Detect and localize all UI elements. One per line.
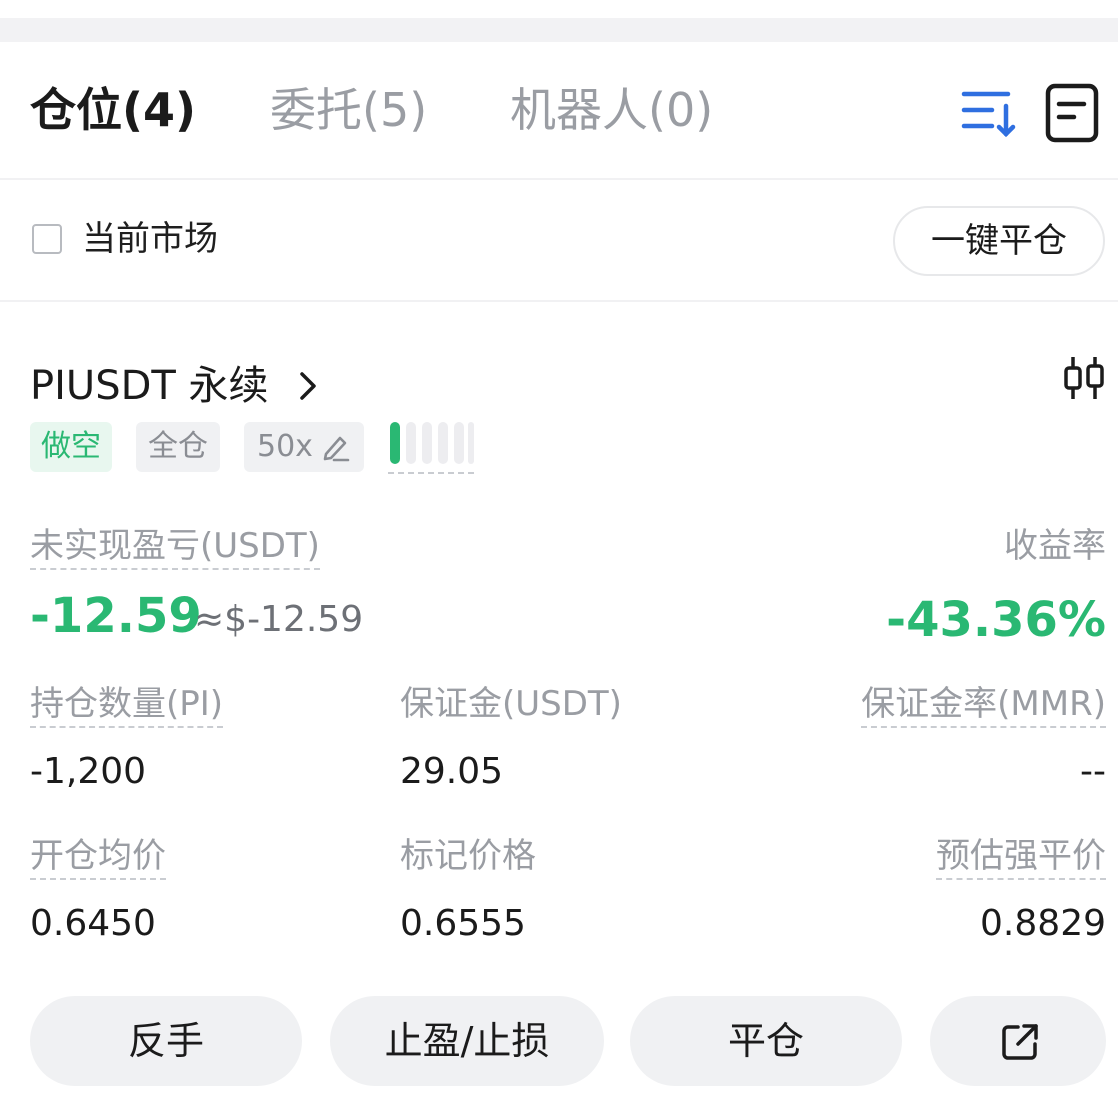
filter-bar: 当前市场 一键平仓 bbox=[0, 180, 1118, 302]
top-divider bbox=[0, 0, 1118, 42]
tab-positions[interactable]: 仓位(4) bbox=[30, 82, 196, 138]
risk-level-indicator[interactable] bbox=[388, 422, 474, 474]
position-qty-value: -1,200 bbox=[30, 751, 147, 792]
edit-pencil-icon[interactable] bbox=[320, 432, 350, 462]
position-qty-label[interactable]: 持仓数量(PI) bbox=[30, 684, 224, 728]
roi-value: -43.36% bbox=[886, 592, 1106, 648]
tab-orders[interactable]: 委托(5) bbox=[270, 82, 427, 138]
close-position-button[interactable]: 平仓 bbox=[630, 996, 902, 1086]
leverage-tag[interactable]: 50x bbox=[244, 422, 364, 472]
current-market-checkbox[interactable] bbox=[32, 224, 62, 254]
current-market-label[interactable]: 当前市场 bbox=[82, 218, 218, 260]
margin-label: 保证金(USDT) bbox=[400, 684, 622, 724]
close-all-button[interactable]: 一键平仓 bbox=[893, 206, 1105, 276]
liquidation-price-label[interactable]: 预估强平价 bbox=[936, 836, 1106, 880]
liquidation-price-value: 0.8829 bbox=[980, 903, 1106, 944]
position-symbol[interactable]: PIUSDT 永续 bbox=[30, 362, 269, 410]
share-button[interactable] bbox=[930, 996, 1106, 1086]
unrealized-pnl-usd: ≈$-12.59 bbox=[194, 599, 364, 640]
reverse-button[interactable]: 反手 bbox=[30, 996, 302, 1086]
tab-bots[interactable]: 机器人(0) bbox=[510, 82, 713, 138]
mark-price-label: 标记价格 bbox=[400, 836, 536, 876]
tab-bar: 仓位(4) 委托(5) 机器人(0) bbox=[0, 42, 1118, 180]
mmr-value: -- bbox=[1080, 751, 1106, 792]
entry-price-label[interactable]: 开仓均价 bbox=[30, 836, 166, 880]
candlestick-chart-icon[interactable] bbox=[1062, 354, 1106, 402]
margin-value: 29.05 bbox=[400, 751, 504, 792]
share-icon bbox=[1002, 1024, 1038, 1060]
entry-price-value: 0.6450 bbox=[30, 903, 156, 944]
mark-price-value: 0.6555 bbox=[400, 903, 526, 944]
document-icon[interactable] bbox=[1044, 82, 1100, 144]
chevron-right-icon[interactable] bbox=[296, 368, 320, 404]
leverage-value: 50x bbox=[257, 429, 313, 464]
side-tag: 做空 bbox=[30, 422, 112, 472]
roi-label: 收益率 bbox=[1004, 526, 1106, 566]
margin-mode-tag: 全仓 bbox=[136, 422, 220, 472]
unrealized-pnl-value: -12.59 bbox=[30, 588, 202, 644]
unrealized-pnl-label[interactable]: 未实现盈亏(USDT) bbox=[30, 526, 320, 570]
mmr-label[interactable]: 保证金率(MMR) bbox=[861, 684, 1106, 728]
tp-sl-button[interactable]: 止盈/止损 bbox=[330, 996, 604, 1086]
sort-list-icon[interactable] bbox=[958, 84, 1018, 144]
